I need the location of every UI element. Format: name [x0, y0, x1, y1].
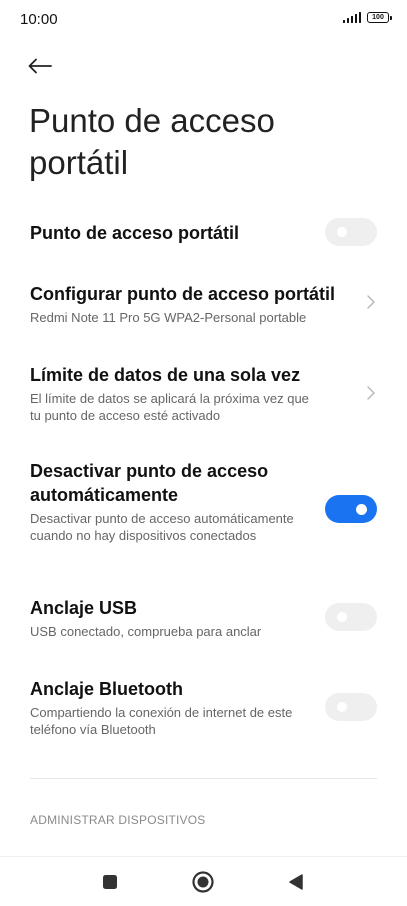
back-button[interactable]: [22, 48, 58, 84]
setting-usb-subtitle: USB conectado, comprueba para anclar: [30, 624, 262, 639]
setting-usb-tethering[interactable]: Anclaje USB USB conectado, comprueba par…: [30, 596, 380, 640]
recents-square-icon: [103, 875, 117, 889]
setting-data-limit[interactable]: Límite de datos de una sola vez El límit…: [30, 363, 380, 425]
setting-bluetooth-subtitle: Compartiendo la conexión de internet de …: [30, 705, 293, 737]
setting-bluetooth-tethering[interactable]: Anclaje Bluetooth Compartiendo la conexi…: [30, 677, 380, 739]
home-button[interactable]: [189, 868, 217, 896]
setting-auto-deactivate-subtitle: Desactivar punto de acceso automáticamen…: [30, 511, 294, 543]
toggle-knob: [337, 612, 347, 622]
setting-hotspot[interactable]: Punto de acceso portátil: [30, 218, 380, 248]
signal-icon: [342, 12, 361, 23]
status-bar: 10:00 100: [0, 0, 407, 40]
usb-tethering-toggle[interactable]: [325, 603, 377, 631]
setting-configure-title: Configurar punto de acceso portátil: [30, 284, 336, 304]
hotspot-toggle[interactable]: [325, 218, 377, 246]
setting-configure-subtitle: Redmi Note 11 Pro 5G WPA2-Personal porta…: [30, 310, 307, 325]
setting-data-limit-title: Límite de datos de una sola vez: [30, 365, 301, 385]
back-triangle-icon: [289, 874, 303, 890]
status-time: 10:00: [20, 11, 58, 28]
battery-level: 100: [372, 14, 384, 21]
home-circle-icon: [192, 871, 214, 893]
chevron-right-icon: [367, 295, 375, 309]
auto-deactivate-toggle[interactable]: [325, 495, 377, 523]
recents-button[interactable]: [96, 868, 124, 896]
setting-configure-hotspot[interactable]: Configurar punto de acceso portátil Redm…: [30, 282, 380, 326]
toggle-knob: [337, 702, 347, 712]
manage-devices-label[interactable]: ADMINISTRAR DISPOSITIVOS: [30, 813, 206, 827]
bluetooth-tethering-toggle[interactable]: [325, 693, 377, 721]
setting-hotspot-title: Punto de acceso portátil: [30, 223, 240, 243]
page-title: Punto de acceso portátil: [29, 102, 275, 181]
chevron-right-icon: [367, 386, 375, 400]
divider: [30, 778, 377, 779]
navbar-divider: [0, 856, 407, 857]
status-icons: 100: [342, 12, 392, 23]
toggle-knob: [356, 503, 367, 515]
toggle-knob: [337, 227, 347, 237]
battery-icon: 100: [367, 12, 392, 23]
nav-back-button[interactable]: [282, 868, 310, 896]
arrow-left-icon: [28, 58, 52, 74]
setting-data-limit-subtitle: El límite de datos se aplicará la próxim…: [30, 391, 309, 423]
setting-auto-deactivate-title: Desactivar punto de acceso automáticamen…: [30, 461, 269, 505]
setting-auto-deactivate[interactable]: Desactivar punto de acceso automáticamen…: [30, 459, 380, 559]
